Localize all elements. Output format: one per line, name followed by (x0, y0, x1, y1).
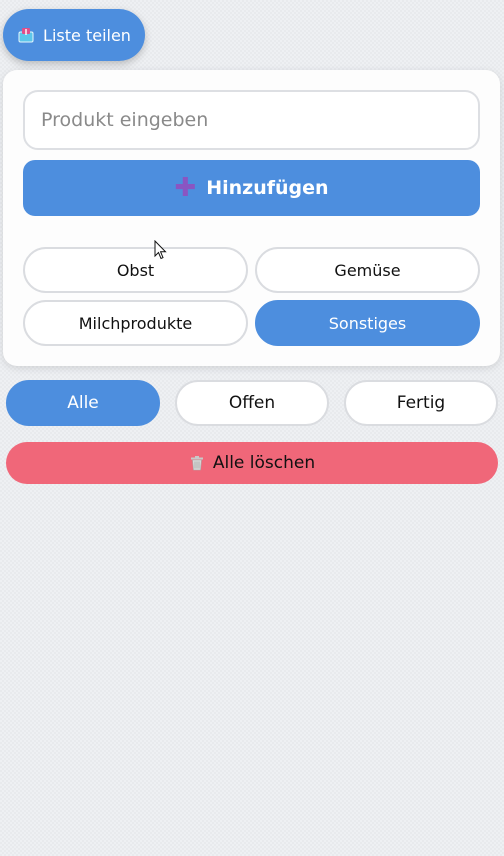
category-label: Milchprodukte (78, 313, 193, 333)
category-label: Obst (116, 260, 155, 280)
filter-label: Fertig (396, 393, 446, 413)
category-label: Sonstiges (328, 313, 407, 333)
category-obst-button[interactable]: Obst (23, 247, 248, 293)
add-button[interactable]: ✚ Hinzufügen (23, 160, 480, 216)
filter-all-button[interactable]: Alle (6, 380, 160, 426)
category-gemuese-button[interactable]: Gemüse (255, 247, 480, 293)
filter-done-button[interactable]: Fertig (344, 380, 498, 426)
mouse-cursor-icon (154, 240, 167, 260)
category-label: Gemüse (334, 260, 401, 280)
trash-icon (190, 456, 203, 471)
plus-icon: ✚ (174, 173, 197, 203)
filter-label: Offen (228, 393, 276, 413)
filter-open-button[interactable]: Offen (175, 380, 329, 426)
share-list-button[interactable]: Liste teilen (3, 9, 145, 61)
clear-all-button[interactable]: Alle löschen (6, 442, 498, 484)
share-list-label: Liste teilen (43, 25, 131, 45)
add-button-label: Hinzufügen (206, 177, 329, 199)
share-box-icon (18, 28, 34, 43)
filter-label: Alle (67, 393, 99, 413)
category-sonstiges-button[interactable]: Sonstiges (255, 300, 480, 346)
clear-all-label: Alle löschen (212, 453, 316, 473)
product-input[interactable] (23, 90, 480, 150)
category-milchprodukte-button[interactable]: Milchprodukte (23, 300, 248, 346)
add-product-card: ✚ Hinzufügen Obst Gemüse Milchprodukte S… (3, 70, 500, 366)
